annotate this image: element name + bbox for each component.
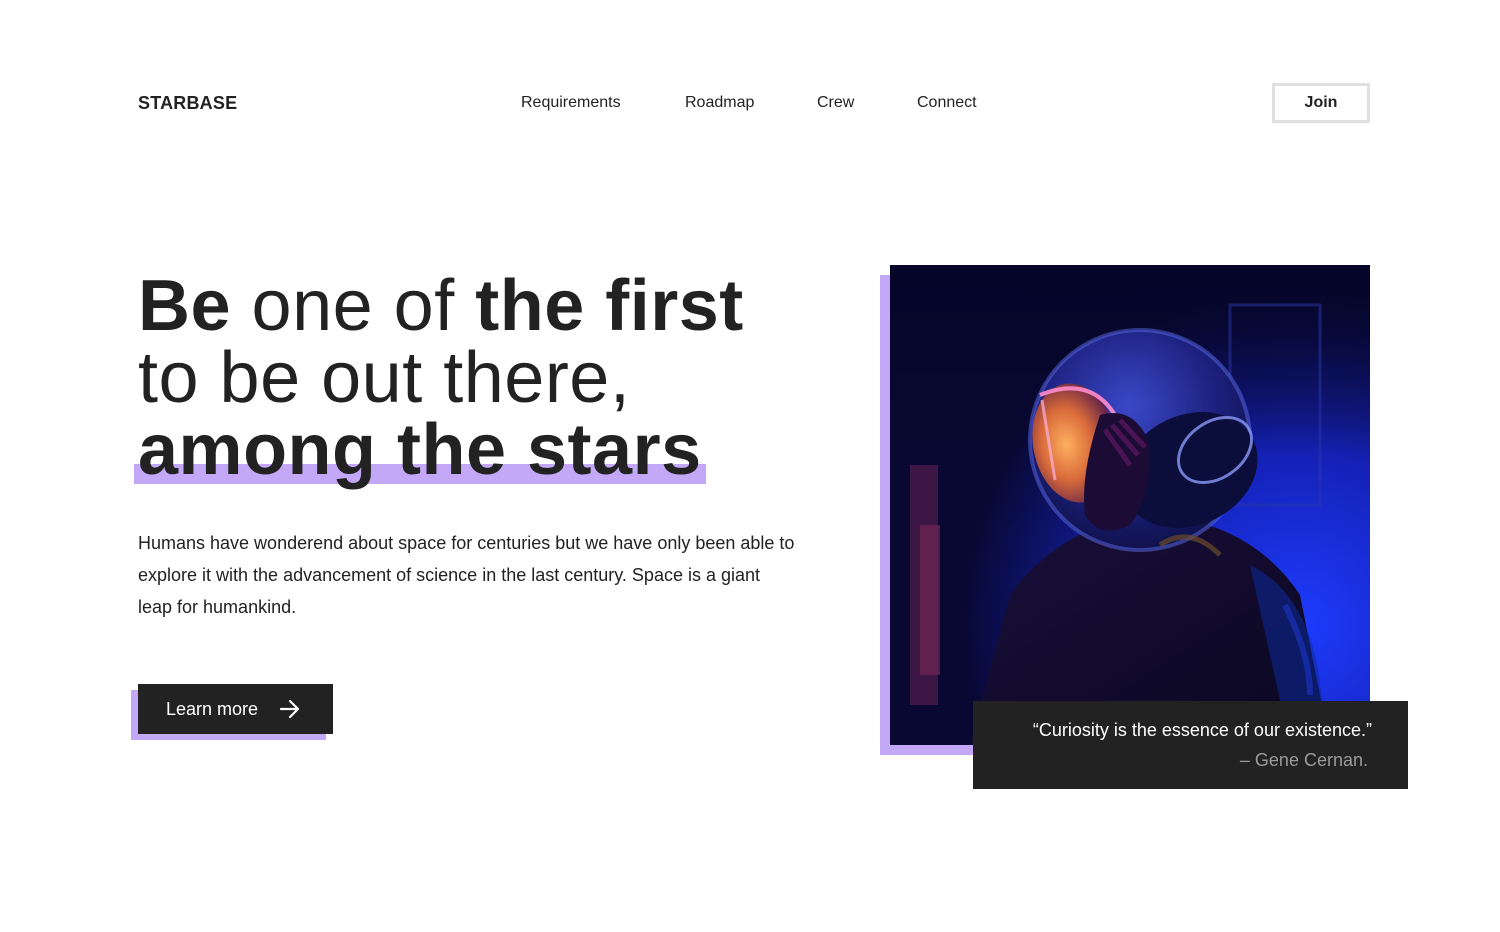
headline-light-text: one of	[231, 266, 476, 346]
headline-highlight: among the stars	[134, 410, 706, 490]
quote-author: – Gene Cernan.	[1239, 750, 1368, 770]
hero-headline: Be one of the first to be out there, amo…	[134, 270, 838, 490]
join-button[interactable]: Join	[1272, 83, 1370, 123]
headline-line-3: among the stars	[134, 410, 838, 490]
learn-more-label: Learn more	[166, 698, 259, 719]
learn-more-button[interactable]: Learn more	[138, 684, 333, 734]
nav-item-roadmap[interactable]: Roadmap	[685, 94, 754, 112]
quote-text: “Curiosity is the essence of our existen…	[1032, 720, 1372, 740]
nav-item-crew[interactable]: Crew	[817, 94, 854, 112]
headline-line-2: to be out there,	[138, 338, 631, 418]
astronaut-photo	[890, 265, 1370, 745]
hero-description: Humans have wonderend about space for ce…	[138, 533, 795, 617]
nav-item-connect[interactable]: Connect	[917, 94, 977, 112]
cta-group: Learn more	[131, 684, 333, 740]
headline-line-1: Be one of the first	[138, 270, 838, 342]
arrow-right-icon	[280, 700, 300, 718]
headline-word-be: Be	[138, 266, 232, 346]
nav-item-requirements[interactable]: Requirements	[521, 94, 621, 112]
astronaut-illustration	[890, 265, 1370, 745]
quote-card: “Curiosity is the essence of our existen…	[973, 701, 1408, 789]
headline-the-first: the first	[475, 266, 744, 346]
